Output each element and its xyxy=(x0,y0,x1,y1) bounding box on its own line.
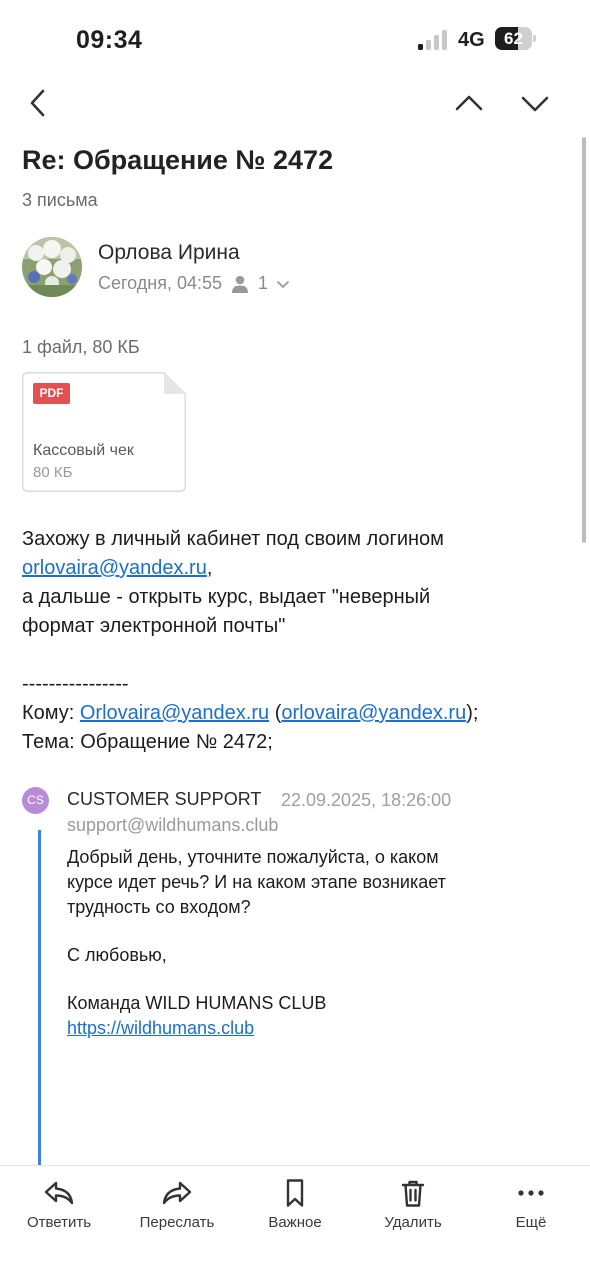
status-bar: 09:34 4G 62 xyxy=(0,0,590,80)
previous-message-button[interactable] xyxy=(447,81,491,125)
reply-label: Ответить xyxy=(26,1214,92,1231)
sender-avatar[interactable] xyxy=(22,237,82,297)
body-line-1: Захожу в личный кабинет под своим логино… xyxy=(22,528,444,550)
recipients-count: 1 xyxy=(258,273,269,293)
forward-label: Переслать xyxy=(139,1214,215,1231)
quoted-date: 22.09.2025, 18:26:00 xyxy=(281,790,452,810)
to-email-link-2[interactable]: orlovaira@yandex.ru xyxy=(281,702,466,724)
to-label: Кому: xyxy=(22,702,80,724)
attachments-summary: 1 файл, 80 КБ xyxy=(22,337,140,357)
forward-icon xyxy=(162,1181,192,1205)
more-label: Ещё xyxy=(515,1214,547,1231)
attachment-size: 80 КБ xyxy=(33,464,73,481)
quoted-sign-1: С любовью, xyxy=(67,945,167,965)
quoted-line-2: курсе идет речь? И на каком этапе возник… xyxy=(67,872,446,892)
to-email-link-1[interactable]: Orlovaira@yandex.ru xyxy=(80,702,269,724)
quoted-website-link[interactable]: https://wildhumans.club xyxy=(67,1018,254,1038)
forward-button[interactable]: Переслать xyxy=(122,1178,232,1231)
delete-label: Удалить xyxy=(384,1214,442,1231)
battery-icon: 62 xyxy=(495,27,537,50)
more-icon xyxy=(518,1190,544,1196)
trash-icon xyxy=(401,1180,425,1207)
pdf-badge: PDF xyxy=(33,383,70,404)
status-time: 09:34 xyxy=(76,26,143,54)
body-comma: , xyxy=(206,557,213,579)
body-separator: ---------------- xyxy=(22,673,129,695)
chevron-down-icon xyxy=(277,280,289,288)
quoted-sender-avatar: CS xyxy=(22,787,49,814)
quoted-text: Добрый день, уточните пожалуйста, о како… xyxy=(67,845,547,1041)
email-link[interactable]: orlovaira@yandex.ru xyxy=(22,557,207,579)
chevron-down-icon xyxy=(521,96,549,112)
thread-subject: Re: Обращение № 2472 xyxy=(22,145,334,175)
attachment-card[interactable]: PDF Кассовый чек 80 КБ xyxy=(22,372,186,492)
to-paren-close: ); xyxy=(466,702,479,724)
person-icon xyxy=(232,275,249,293)
subject-line: Тема: Обращение № 2472; xyxy=(22,731,273,753)
battery-level: 62 xyxy=(504,29,523,48)
quoted-sender-email: support@wildhumans.club xyxy=(67,815,279,835)
message-body: Захожу в личный кабинет под своим логино… xyxy=(22,525,562,757)
signal-icon xyxy=(418,30,447,50)
reply-button[interactable]: Ответить xyxy=(4,1178,114,1231)
important-button[interactable]: Важное xyxy=(240,1178,350,1231)
bottom-toolbar: Ответить Переслать Важное Удалить Ещё xyxy=(0,1165,590,1281)
back-button[interactable] xyxy=(16,81,60,125)
message-date: Сегодня, 04:55 xyxy=(98,273,223,293)
more-button[interactable]: Ещё xyxy=(476,1178,586,1231)
quoted-line-1: Добрый день, уточните пожалуйста, о како… xyxy=(67,847,439,867)
quoted-sign-2: Команда WILD HUMANS CLUB xyxy=(67,993,327,1013)
chevron-up-icon xyxy=(455,95,483,111)
message-meta[interactable]: Сегодня, 04:55 1 xyxy=(98,273,290,294)
quote-bar xyxy=(38,830,41,1166)
next-message-button[interactable] xyxy=(513,81,557,125)
quoted-sender-name: CUSTOMER SUPPORT xyxy=(67,789,262,809)
important-label: Важное xyxy=(268,1214,322,1231)
attachment-name: Кассовый чек xyxy=(33,442,134,459)
back-icon xyxy=(30,89,45,117)
body-line-4: формат электронной почты" xyxy=(22,615,286,637)
quoted-line-3: трудность со входом? xyxy=(67,897,251,917)
body-line-3: а дальше - открыть курс, выдает "неверны… xyxy=(22,586,431,608)
reply-icon xyxy=(44,1181,74,1205)
scrollbar[interactable] xyxy=(582,137,586,543)
to-paren-open: ( xyxy=(269,702,282,724)
sender-name[interactable]: Орлова Ирина xyxy=(98,241,240,265)
thread-message-count: 3 письма xyxy=(22,190,98,210)
bookmark-icon xyxy=(286,1179,304,1207)
delete-button[interactable]: Удалить xyxy=(358,1178,468,1231)
network-label: 4G xyxy=(458,29,485,51)
